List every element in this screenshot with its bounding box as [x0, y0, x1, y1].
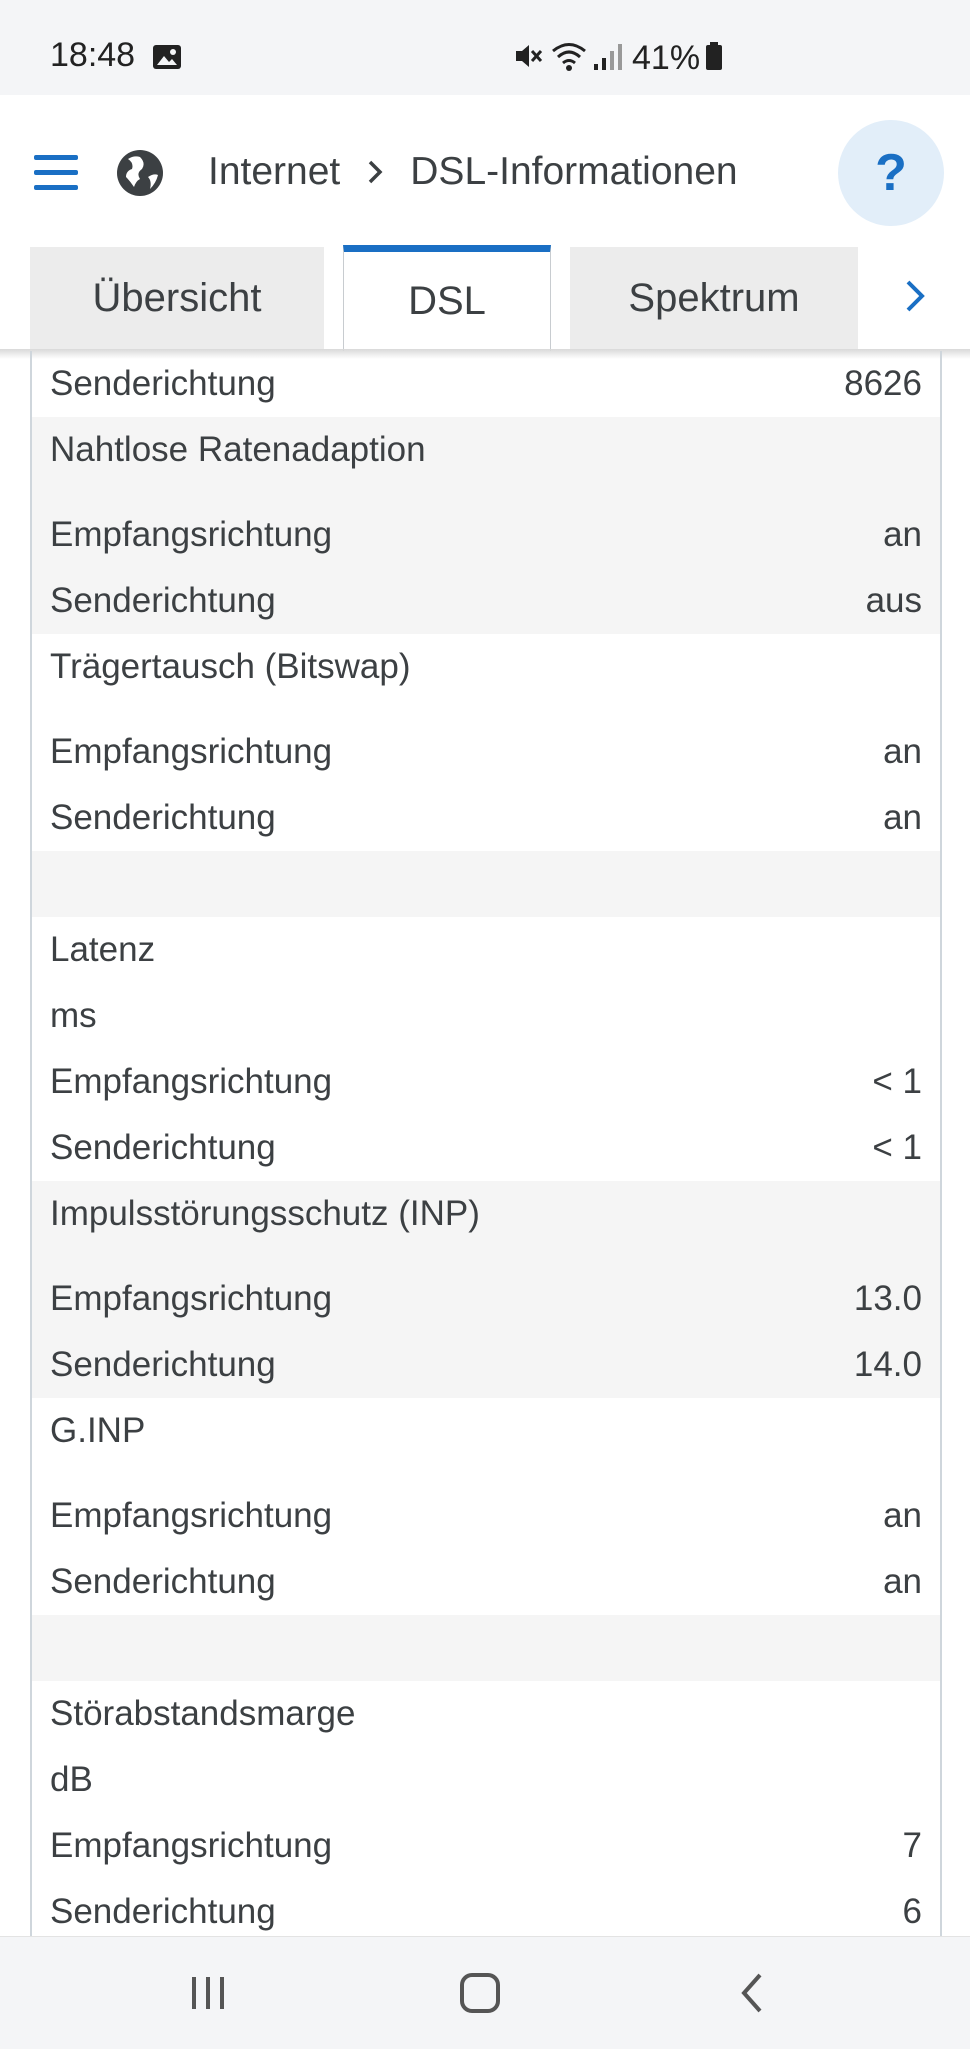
section-unit: dB — [32, 1747, 940, 1813]
row-value: 13.0 — [853, 1279, 922, 1318]
section-title-text: Störabstandsmarge — [50, 1694, 356, 1733]
row-label: Senderichtung — [50, 1345, 276, 1384]
section-title: Störabstandsmarge — [32, 1681, 940, 1747]
section-traegertausch: Trägertausch (Bitswap) Empfangsrichtung … — [32, 634, 940, 851]
status-bar: 18:48 41% — [0, 0, 970, 95]
table-row: Senderichtung 8626 — [32, 351, 940, 417]
section-title: Latenz — [32, 917, 940, 983]
row-value: aus — [865, 581, 922, 620]
table-row: Senderichtung an — [32, 1549, 940, 1615]
system-nav-bar — [0, 1936, 970, 2049]
row-value: < 1 — [872, 1062, 922, 1101]
section-inp: Impulsstörungsschutz (INP) Empfangsricht… — [32, 1181, 940, 1398]
table-row: Empfangsrichtung 13.0 — [32, 1266, 940, 1332]
section-ginp: G.INP Empfangsrichtung an Senderichtung … — [32, 1398, 940, 1615]
tab-spektrum[interactable]: Spektrum — [570, 247, 858, 349]
table-row: Senderichtung < 1 — [32, 1115, 940, 1181]
app-header: Internet DSL-Informationen ? — [0, 95, 970, 245]
row-value: an — [883, 515, 922, 554]
row-value: < 1 — [872, 1128, 922, 1167]
help-button[interactable]: ? — [838, 120, 944, 226]
row-label: Empfangsrichtung — [50, 1826, 333, 1865]
section-title-text: Nahtlose Ratenadaption — [50, 430, 426, 469]
row-label: Senderichtung — [50, 364, 276, 403]
battery-icon — [704, 40, 724, 77]
home-icon[interactable] — [458, 1971, 502, 2020]
section-unit: ms — [32, 983, 940, 1049]
spacer-row — [32, 851, 940, 917]
table-row: Empfangsrichtung an — [32, 502, 940, 568]
table-row: Empfangsrichtung 7 — [32, 1813, 940, 1879]
dsl-info-table: Senderichtung 8626 Nahtlose Ratenadaptio… — [30, 351, 942, 1936]
section-unit-text: ms — [50, 996, 97, 1035]
wifi-icon — [550, 40, 588, 77]
battery-percent: 41% — [632, 38, 701, 77]
section-title-text: G.INP — [50, 1411, 146, 1450]
tab-uebersicht[interactable]: Übersicht — [30, 247, 324, 349]
table-row: Senderichtung 6 — [32, 1879, 940, 1936]
menu-icon[interactable] — [34, 155, 78, 191]
tab-bar: Übersicht DSL Spektrum — [0, 245, 970, 351]
breadcrumb-dsl-informationen: DSL-Informationen — [410, 150, 738, 193]
section-title: Trägertausch (Bitswap) — [32, 634, 940, 700]
gallery-icon — [152, 44, 182, 75]
row-label: Senderichtung — [50, 1128, 276, 1167]
row-value: an — [883, 1562, 922, 1601]
row-value: 14.0 — [853, 1345, 922, 1384]
breadcrumb: Internet DSL-Informationen — [208, 147, 738, 197]
row-value: 8626 — [844, 364, 922, 403]
row-label: Senderichtung — [50, 1892, 276, 1931]
recent-apps-icon[interactable] — [188, 1973, 228, 2018]
table-row: Empfangsrichtung an — [32, 1483, 940, 1549]
row-value: an — [883, 732, 922, 771]
section-nahtlose-ratenadaption: Nahtlose Ratenadaption Empfangsrichtung … — [32, 417, 940, 634]
section-latenz: Latenz ms Empfangsrichtung < 1 Senderich… — [32, 917, 940, 1181]
globe-icon — [114, 147, 166, 204]
section-stoerabstandsmarge: Störabstandsmarge dB Empfangsrichtung 7 … — [32, 1681, 940, 1936]
tabs-next-button[interactable] — [860, 247, 970, 349]
section-unit-text: dB — [50, 1760, 93, 1799]
row-value: 6 — [902, 1892, 922, 1931]
row-label: Senderichtung — [50, 1562, 276, 1601]
table-row: Empfangsrichtung an — [32, 719, 940, 785]
chevron-right-icon — [366, 159, 384, 185]
section-title: Impulsstörungsschutz (INP) — [32, 1181, 940, 1247]
section-title: Nahtlose Ratenadaption — [32, 417, 940, 483]
spacer-row — [32, 1615, 940, 1681]
table-row: Senderichtung aus — [32, 568, 940, 634]
tab-dsl[interactable]: DSL — [343, 245, 551, 351]
row-value: an — [883, 1496, 922, 1535]
chevron-right-icon — [903, 278, 927, 319]
row-value: an — [883, 798, 922, 837]
row-label: Senderichtung — [50, 798, 276, 837]
section-title: G.INP — [32, 1398, 940, 1464]
row-label: Empfangsrichtung — [50, 515, 333, 554]
row-label: Empfangsrichtung — [50, 1279, 333, 1318]
section-title-text: Trägertausch (Bitswap) — [50, 647, 411, 686]
row-label: Empfangsrichtung — [50, 1496, 333, 1535]
row-label: Empfangsrichtung — [50, 1062, 333, 1101]
signal-icon — [592, 40, 622, 77]
section-title-text: Impulsstörungsschutz (INP) — [50, 1194, 480, 1233]
back-icon[interactable] — [736, 1971, 768, 2020]
table-row: Senderichtung 14.0 — [32, 1332, 940, 1398]
section-title-text: Latenz — [50, 930, 156, 969]
table-row: Senderichtung an — [32, 785, 940, 851]
breadcrumb-internet[interactable]: Internet — [208, 150, 340, 194]
row-label: Empfangsrichtung — [50, 732, 333, 771]
table-row: Empfangsrichtung < 1 — [32, 1049, 940, 1115]
mute-icon — [512, 40, 544, 77]
row-label: Senderichtung — [50, 581, 276, 620]
row-value: 7 — [902, 1826, 922, 1865]
status-time: 18:48 — [50, 36, 136, 74]
